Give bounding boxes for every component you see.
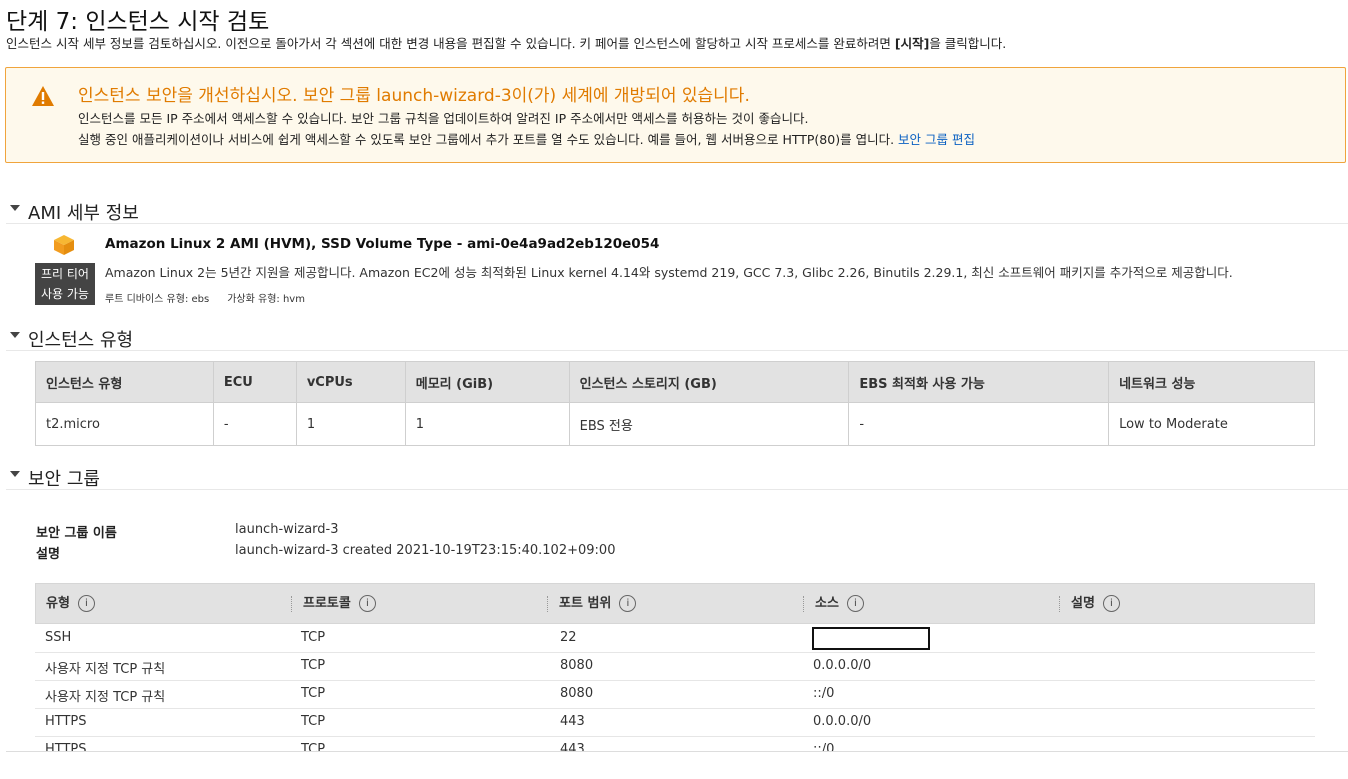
column-header: 인스턴스 유형 <box>35 361 214 403</box>
rule-port: 443 <box>560 714 585 729</box>
ami-section-header[interactable]: AMI 세부 정보 <box>6 199 1348 224</box>
divider <box>6 751 1348 752</box>
table-row: 사용자 지정 TCP 규칙 TCP 8080 0.0.0.0/0 <box>35 652 1315 681</box>
sg-name-label: 보안 그룹 이름 <box>36 526 117 541</box>
viewport-clip <box>0 752 1348 779</box>
badge-line-2: 사용 가능 <box>41 287 89 301</box>
rules-table-header: 유형 i 프로토콜 i 포트 범위 i 소스 i 설명 i <box>35 583 1315 624</box>
info-icon[interactable]: i <box>77 595 95 612</box>
warning-line-2: 실행 중인 애플리케이션이나 서비스에 쉽게 액세스할 수 있도록 보안 그룹에… <box>78 129 975 148</box>
column-header-label: 설명 <box>1071 596 1095 611</box>
subtitle-launch-keyword: [시작] <box>894 36 930 51</box>
cube-icon <box>54 235 74 255</box>
rule-type: HTTPS <box>45 714 87 729</box>
column-header-label: 유형 <box>46 596 70 611</box>
rule-protocol: TCP <box>301 686 326 701</box>
rule-port: 8080 <box>560 686 594 701</box>
sg-desc-label: 설명 <box>36 547 60 562</box>
table-row: SSH TCP 22 <box>35 624 1315 653</box>
rule-type: SSH <box>45 630 72 645</box>
sg-name-value: launch-wizard-3 <box>235 522 339 537</box>
warning-line-1: 인스턴스를 모든 IP 주소에서 액세스할 수 있습니다. 보안 그룹 규칙을 … <box>78 111 809 126</box>
security-section-title: 보안 그룹 <box>28 469 100 490</box>
warning-triangle-icon <box>32 86 54 106</box>
warning-title: 인스턴스 보안을 개선하십시오. 보안 그룹 launch-wizard-3이(… <box>78 86 750 106</box>
column-header: EBS 최적화 사용 가능 <box>848 361 1110 403</box>
ami-name: Amazon Linux 2 AMI (HVM), SSD Volume Typ… <box>105 236 660 252</box>
table-cell: Low to Moderate <box>1108 402 1315 446</box>
instance-type-table: 인스턴스 유형 ECU vCPUs 메모리 (GiB) 인스턴스 스토리지 (G… <box>35 361 1315 446</box>
ami-description: Amazon Linux 2는 5년간 지원을 제공합니다. Amazon EC… <box>105 265 1233 280</box>
info-icon[interactable]: i <box>1102 595 1120 612</box>
virtualization-type: 가상화 유형: hvm <box>227 294 305 305</box>
table-row: HTTPS TCP 443 0.0.0.0/0 <box>35 708 1315 737</box>
rule-port: 8080 <box>560 658 594 673</box>
table-cell: - <box>848 402 1110 446</box>
column-header: 네트워크 성능 <box>1108 361 1315 403</box>
security-warning-box: 인스턴스 보안을 개선하십시오. 보안 그룹 launch-wizard-3이(… <box>5 67 1346 163</box>
ami-meta: 루트 디바이스 유형: ebs 가상화 유형: hvm <box>105 290 305 305</box>
instance-section-header[interactable]: 인스턴스 유형 <box>6 326 1348 351</box>
collapse-caret-icon[interactable] <box>10 471 20 477</box>
column-header-description[interactable]: 설명 i <box>1059 584 1120 623</box>
collapse-caret-icon[interactable] <box>10 332 20 338</box>
table-cell: t2.micro <box>35 402 214 446</box>
column-header-label: 포트 범위 <box>559 596 612 611</box>
column-header-label: 프로토콜 <box>303 596 351 611</box>
edit-security-group-link[interactable]: 보안 그룹 편집 <box>898 132 975 147</box>
ami-section-title: AMI 세부 정보 <box>28 203 139 224</box>
column-header: ECU <box>212 361 297 403</box>
table-header-row: 인스턴스 유형 ECU vCPUs 메모리 (GiB) 인스턴스 스토리지 (G… <box>35 361 1315 403</box>
info-icon[interactable]: i <box>619 595 637 612</box>
column-header: 메모리 (GiB) <box>404 361 570 403</box>
rule-protocol: TCP <box>301 714 326 729</box>
column-header-protocol[interactable]: 프로토콜 i <box>291 584 376 623</box>
security-section-header[interactable]: 보안 그룹 <box>6 465 1348 490</box>
info-icon[interactable]: i <box>358 595 376 612</box>
table-cell: - <box>212 402 297 446</box>
column-header-label: 소스 <box>815 596 839 611</box>
collapse-caret-icon[interactable] <box>10 205 20 211</box>
free-tier-badge: 프리 티어 사용 가능 <box>35 263 95 305</box>
rule-source: 0.0.0.0/0 <box>813 658 872 673</box>
column-divider <box>1059 596 1061 612</box>
rule-source: 0.0.0.0/0 <box>813 714 872 729</box>
rule-source: ::/0 <box>813 686 835 701</box>
column-header-source[interactable]: 소스 i <box>803 584 864 623</box>
subtitle-text-end: 을 클릭합니다. <box>929 36 1007 51</box>
badge-line-1: 프리 티어 <box>41 267 89 281</box>
warning-line-2-text: 실행 중인 애플리케이션이나 서비스에 쉽게 액세스할 수 있도록 보안 그룹에… <box>78 132 895 147</box>
table-cell: 1 <box>404 402 570 446</box>
rule-protocol: TCP <box>301 658 326 673</box>
column-header-port[interactable]: 포트 범위 i <box>547 584 637 623</box>
rule-protocol: TCP <box>301 630 326 645</box>
rule-type: 사용자 지정 TCP 규칙 <box>45 662 166 677</box>
table-row: t2.micro - 1 1 EBS 전용 - Low to Moderate <box>35 402 1315 446</box>
root-device-type: 루트 디바이스 유형: ebs <box>105 294 210 305</box>
table-cell: EBS 전용 <box>568 402 850 446</box>
table-row: 사용자 지정 TCP 규칙 TCP 8080 ::/0 <box>35 680 1315 709</box>
instance-section-title: 인스턴스 유형 <box>28 330 134 351</box>
page-title: 단계 7: 인스턴스 시작 검토 <box>6 9 270 35</box>
column-header: vCPUs <box>295 361 406 403</box>
column-divider <box>291 596 293 612</box>
column-divider <box>803 596 805 612</box>
info-icon[interactable]: i <box>846 595 864 612</box>
subtitle-text: 인스턴스 시작 세부 정보를 검토하십시오. 이전으로 돌아가서 각 섹션에 대… <box>6 36 895 51</box>
table-cell: 1 <box>295 402 406 446</box>
redacted-source-box <box>812 627 930 650</box>
rule-type: 사용자 지정 TCP 규칙 <box>45 690 166 705</box>
sg-desc-value: launch-wizard-3 created 2021-10-19T23:15… <box>235 543 616 558</box>
column-divider <box>547 596 549 612</box>
page-subtitle: 인스턴스 시작 세부 정보를 검토하십시오. 이전으로 돌아가서 각 섹션에 대… <box>6 33 1006 52</box>
column-header-type[interactable]: 유형 i <box>46 584 95 623</box>
rule-port: 22 <box>560 630 577 645</box>
column-header: 인스턴스 스토리지 (GB) <box>568 361 850 403</box>
